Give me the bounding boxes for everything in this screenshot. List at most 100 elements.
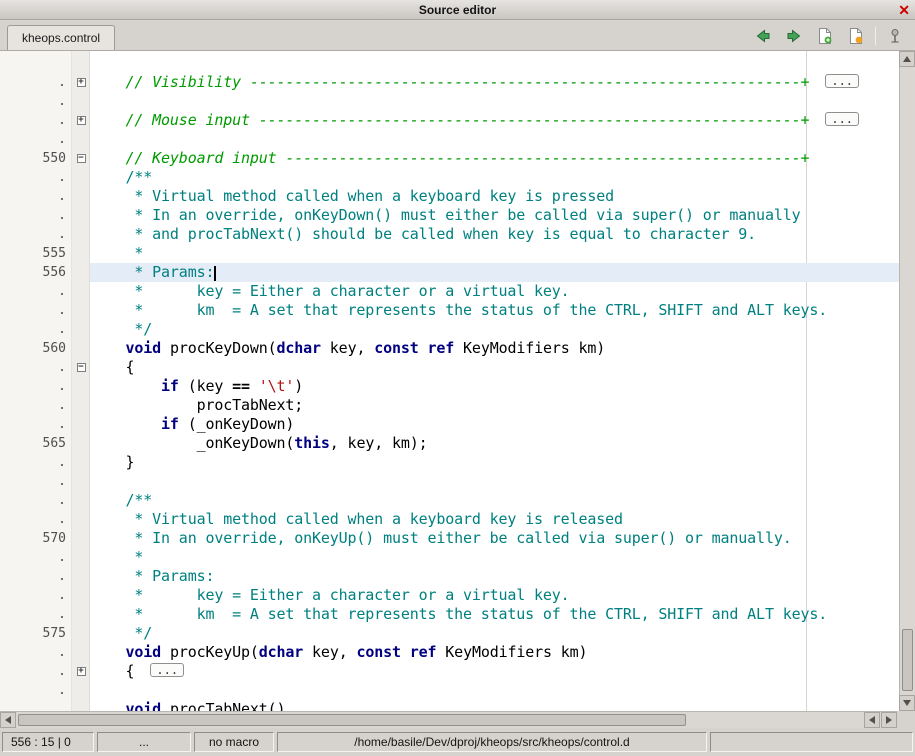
scroll-down-button[interactable] — [899, 695, 915, 711]
code-line-current: 556 * Params: — [0, 263, 899, 282]
detach-button[interactable] — [883, 24, 907, 48]
fold-column-cell — [72, 586, 90, 605]
document-orange-button[interactable] — [844, 24, 868, 48]
line-number: . — [0, 415, 72, 434]
fold-expand-icon[interactable]: + — [77, 78, 86, 87]
code-text[interactable]: if (_onKeyDown) — [90, 415, 899, 434]
code-text[interactable] — [90, 472, 899, 491]
code-text[interactable]: * Virtual method called when a keyboard … — [90, 510, 899, 529]
horizontal-scrollbar[interactable] — [0, 711, 897, 728]
code-text[interactable]: * In an override, onKeyDown() must eithe… — [90, 206, 899, 225]
folded-code-ellipsis[interactable]: ... — [825, 112, 859, 126]
token: { — [90, 358, 134, 376]
fold-column-cell — [72, 339, 90, 358]
fold-collapse-icon[interactable]: − — [77, 154, 86, 163]
token — [90, 643, 126, 661]
nav-back-button[interactable] — [751, 24, 775, 48]
code-text[interactable]: * key = Either a character or a virtual … — [90, 586, 899, 605]
window-title: Source editor — [419, 3, 496, 17]
code-text[interactable]: * Params: — [90, 567, 899, 586]
code-text[interactable]: * Virtual method called when a keyboard … — [90, 187, 899, 206]
document-green-button[interactable] — [813, 24, 837, 48]
line-number: . — [0, 282, 72, 301]
line-number: . — [0, 301, 72, 320]
code-text[interactable]: {... — [90, 662, 899, 681]
code-line: 555 * — [0, 244, 899, 263]
code-line: . void procKeyUp(dchar key, const ref Ke… — [0, 643, 899, 662]
code-text[interactable]: if (key == '\t') — [90, 377, 899, 396]
horizontal-scroll-thumb[interactable] — [18, 714, 686, 726]
token: */ — [90, 320, 152, 338]
code-text[interactable]: void procKeyDown(dchar key, const ref Ke… — [90, 339, 899, 358]
line-number: 575 — [0, 624, 72, 643]
code-text[interactable]: * — [90, 548, 899, 567]
fold-column-cell — [72, 263, 90, 282]
token: const — [374, 339, 418, 357]
folded-code-ellipsis[interactable]: ... — [150, 663, 184, 677]
code-text[interactable]: // Keyboard input ----------------------… — [90, 149, 899, 168]
line-number: . — [0, 377, 72, 396]
line-number: . — [0, 567, 72, 586]
code-text[interactable]: * km = A set that represents the status … — [90, 301, 899, 320]
folded-code-ellipsis[interactable]: ... — [825, 74, 859, 88]
code-line: .+ {... — [0, 662, 899, 681]
code-text[interactable]: { — [90, 358, 899, 377]
code-text[interactable]: } — [90, 453, 899, 472]
code-text[interactable]: * — [90, 244, 899, 263]
token: // Visibility --------------------------… — [90, 73, 809, 91]
token — [250, 377, 259, 395]
token: // Mouse input -------------------------… — [90, 111, 809, 129]
code-text[interactable] — [90, 92, 899, 111]
vertical-scrollbar[interactable] — [899, 51, 915, 711]
code-text[interactable]: void procKeyUp(dchar key, const ref KeyM… — [90, 643, 899, 662]
code-text[interactable]: * In an override, onKeyUp() must either … — [90, 529, 899, 548]
code-text[interactable]: * key = Either a character or a virtual … — [90, 282, 899, 301]
token: /** — [90, 491, 152, 509]
fold-column-cell — [72, 605, 90, 624]
arrow-left-icon — [869, 716, 875, 724]
scroll-left-button[interactable] — [0, 712, 16, 728]
code-text[interactable]: // Mouse input -------------------------… — [90, 111, 899, 130]
code-text[interactable]: procTabNext; — [90, 396, 899, 415]
code-line: 575 */ — [0, 624, 899, 643]
code-text[interactable]: * and procTabNext() should be called whe… — [90, 225, 899, 244]
code-text[interactable] — [90, 130, 899, 149]
code-text[interactable]: /** — [90, 491, 899, 510]
line-number: . — [0, 187, 72, 206]
vertical-scroll-thumb[interactable] — [902, 629, 913, 691]
token: KeyModifiers km) — [454, 339, 605, 357]
code-text[interactable]: * km = A set that represents the status … — [90, 605, 899, 624]
token: * Params: — [90, 567, 214, 585]
code-text[interactable]: // Visibility --------------------------… — [90, 73, 899, 92]
nav-forward-button[interactable] — [782, 24, 806, 48]
token: procKeyDown( — [161, 339, 276, 357]
fold-column-cell — [72, 168, 90, 187]
code-text[interactable]: */ — [90, 320, 899, 339]
code-text[interactable]: * Params: — [90, 263, 899, 282]
scroll-up-button[interactable] — [899, 51, 915, 67]
code-text[interactable] — [90, 681, 899, 700]
fold-expand-icon[interactable]: + — [77, 116, 86, 125]
token: if — [161, 415, 179, 433]
fold-column-cell: − — [72, 149, 90, 168]
line-number: . — [0, 510, 72, 529]
token: * Virtual method called when a keyboard … — [90, 187, 614, 205]
fold-column-cell — [72, 415, 90, 434]
code-line: . if (key == '\t') — [0, 377, 899, 396]
fold-column-cell: + — [72, 111, 90, 130]
code-text[interactable]: /** — [90, 168, 899, 187]
fold-expand-icon[interactable]: + — [77, 667, 86, 676]
code-text[interactable]: void procTabNext() — [90, 700, 899, 711]
status-segment-2: ... — [97, 732, 191, 752]
code-text[interactable]: _onKeyDown(this, key, km); — [90, 434, 899, 453]
line-number: 555 — [0, 244, 72, 263]
tab-kheops-control[interactable]: kheops.control — [7, 25, 115, 50]
token — [419, 339, 428, 357]
code-editor[interactable]: . + // Visibility -----------------------… — [0, 51, 915, 711]
code-line: . void procTabNext() — [0, 700, 899, 711]
scroll-left-button-right[interactable] — [864, 712, 880, 728]
scroll-right-button[interactable] — [881, 712, 897, 728]
close-button[interactable]: ✕ — [898, 1, 910, 19]
fold-collapse-icon[interactable]: − — [77, 363, 86, 372]
code-text[interactable]: */ — [90, 624, 899, 643]
